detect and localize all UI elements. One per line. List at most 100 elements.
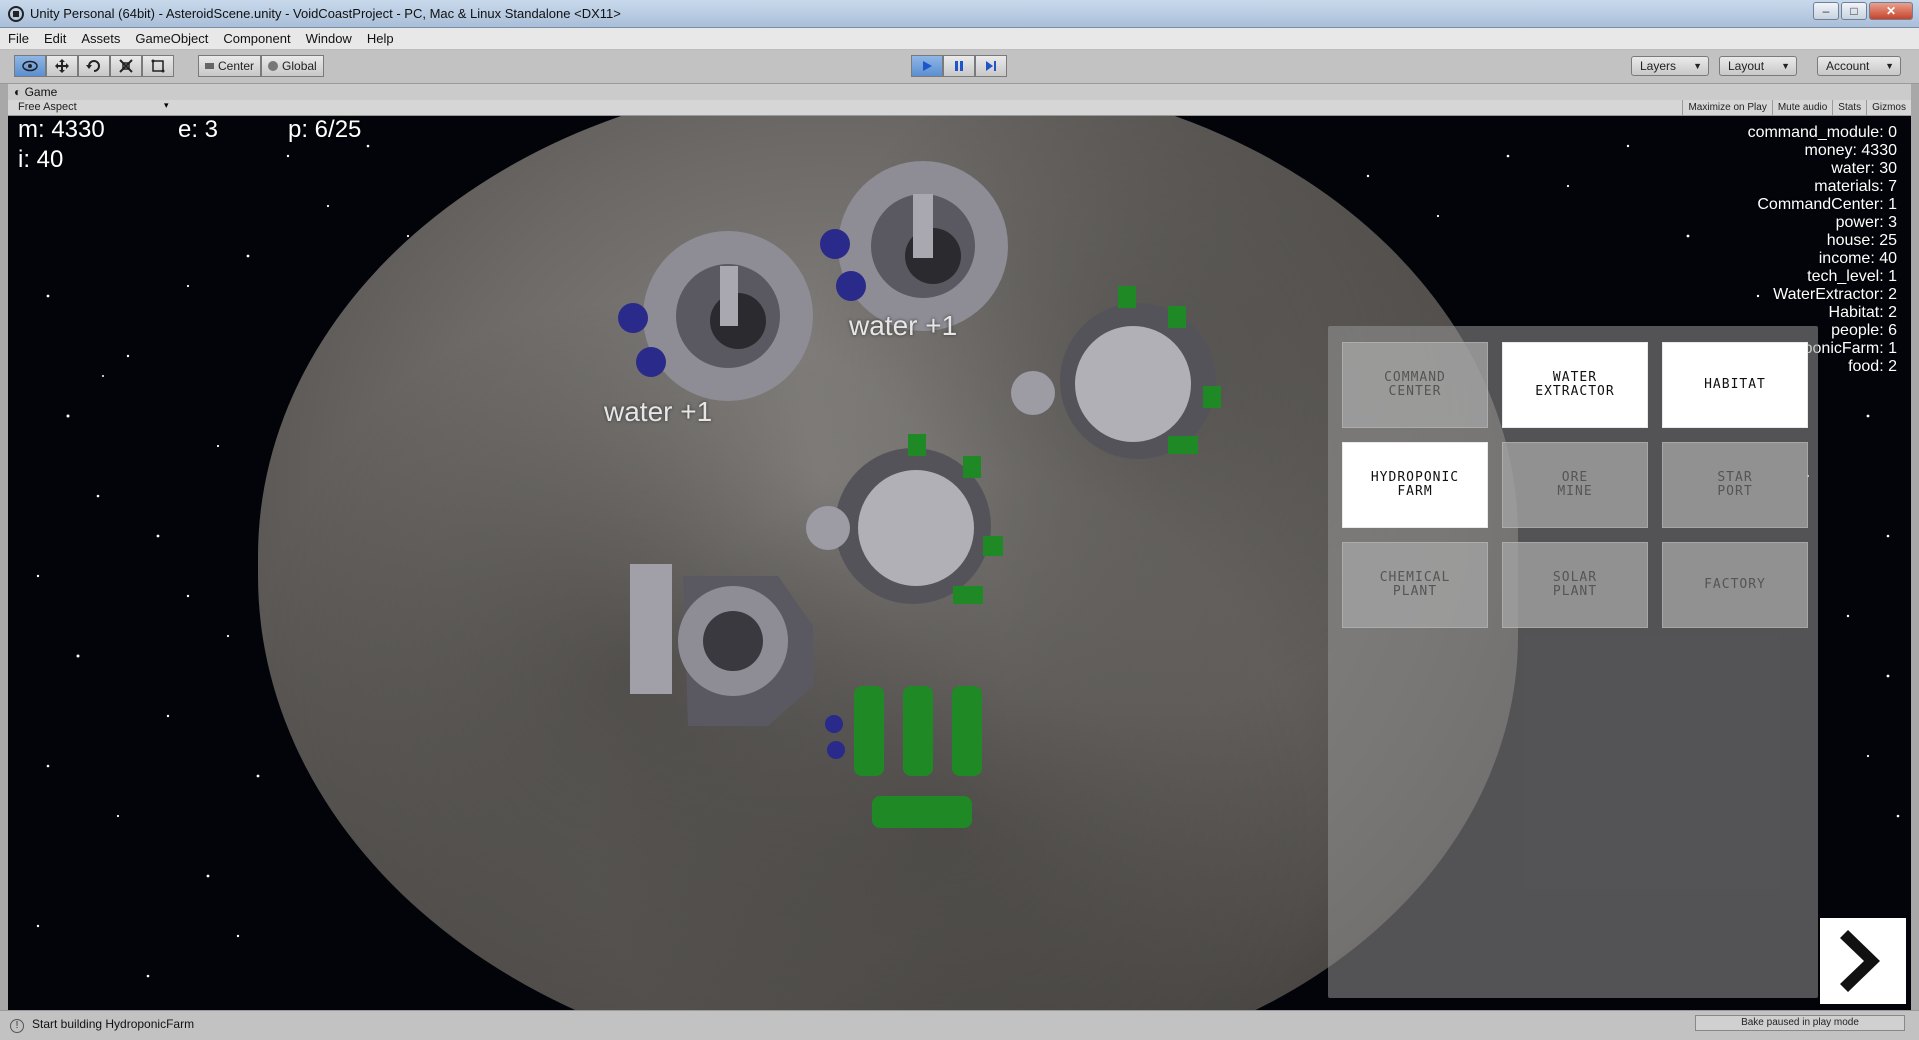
maximize-button[interactable]: □ bbox=[1841, 2, 1867, 20]
build-star-port-button[interactable]: STAR PORT bbox=[1662, 442, 1808, 528]
layout-label: Layout bbox=[1728, 59, 1765, 73]
minimize-button[interactable]: – bbox=[1813, 2, 1839, 20]
toolbar: Center Global Layers ▼ Layout ▼ Account … bbox=[0, 50, 1919, 84]
status-message[interactable]: Start building HydroponicFarm bbox=[32, 1017, 194, 1031]
layers-dropdown[interactable]: Layers ▼ bbox=[1631, 56, 1709, 76]
space-label: Global bbox=[282, 59, 317, 73]
account-dropdown[interactable]: Account ▼ bbox=[1817, 56, 1901, 76]
stats-toggle[interactable]: Stats bbox=[1832, 100, 1866, 116]
build-solar-plant-button[interactable]: SOLAR PLANT bbox=[1502, 542, 1648, 628]
step-button[interactable] bbox=[975, 55, 1007, 77]
chevron-down-icon: ▾ bbox=[164, 100, 169, 110]
menu-component[interactable]: Component bbox=[223, 31, 290, 46]
next-page-button[interactable] bbox=[1820, 918, 1906, 1004]
step-icon bbox=[986, 61, 996, 71]
layout-dropdown[interactable]: Layout ▼ bbox=[1719, 56, 1797, 76]
close-button[interactable]: ✕ bbox=[1869, 2, 1913, 20]
scale-tool-button[interactable] bbox=[110, 55, 142, 77]
chevron-down-icon: ▼ bbox=[1781, 61, 1790, 71]
pivot-icon bbox=[205, 63, 214, 69]
pivot-controls: Center Global bbox=[198, 55, 324, 77]
stat-line: Habitat: 2 bbox=[1828, 304, 1897, 321]
window-controls: – □ ✕ bbox=[1813, 2, 1913, 20]
game-tab-icon: ◐ bbox=[14, 85, 25, 99]
menu-bar: File Edit Assets GameObject Component Wi… bbox=[0, 28, 1919, 50]
stat-line: tech_level: 1 bbox=[1807, 268, 1897, 285]
floating-resource-text: water +1 bbox=[849, 310, 958, 341]
rect-tool-button[interactable] bbox=[142, 55, 174, 77]
title-bar: Unity Personal (64bit) - AsteroidScene.u… bbox=[0, 0, 1919, 28]
chevron-down-icon: ▼ bbox=[1885, 61, 1894, 71]
stat-line: money: 4330 bbox=[1804, 142, 1897, 159]
hydroponic-farm[interactable] bbox=[825, 686, 982, 828]
move-icon bbox=[55, 59, 69, 73]
build-water-extractor-button[interactable]: WATER EXTRACTOR bbox=[1502, 342, 1648, 428]
stat-line: materials: 7 bbox=[1814, 178, 1897, 195]
menu-file[interactable]: File bbox=[8, 31, 29, 46]
stat-line: WaterExtractor: 2 bbox=[1773, 286, 1897, 303]
command-center[interactable] bbox=[630, 564, 813, 726]
menu-help[interactable]: Help bbox=[367, 31, 394, 46]
stat-line: command_module: 0 bbox=[1747, 124, 1897, 141]
stat-line: house: 25 bbox=[1826, 232, 1897, 249]
menu-edit[interactable]: Edit bbox=[44, 31, 66, 46]
view-tool-button[interactable] bbox=[14, 55, 46, 77]
build-hydroponic-farm-button[interactable]: HYDROPONIC FARM bbox=[1342, 442, 1488, 528]
account-label: Account bbox=[1826, 59, 1870, 73]
habitat-2[interactable] bbox=[806, 434, 1003, 604]
globe-icon bbox=[268, 61, 279, 71]
pause-button[interactable] bbox=[943, 55, 975, 77]
play-button[interactable] bbox=[911, 55, 943, 77]
hud-money: m: 4330 bbox=[18, 116, 105, 143]
unity-editor-window: Unity Personal (64bit) - AsteroidScene.u… bbox=[0, 0, 1919, 1040]
stat-line: income: 40 bbox=[1818, 250, 1897, 267]
aspect-dropdown[interactable]: Free Aspect bbox=[18, 101, 77, 113]
habitat-1[interactable] bbox=[1011, 286, 1221, 459]
hud-income: i: 40 bbox=[18, 146, 64, 173]
bake-status: Bake paused in play mode bbox=[1695, 1015, 1905, 1031]
floating-resource-text: water +1 bbox=[604, 396, 713, 427]
menu-assets[interactable]: Assets bbox=[81, 31, 120, 46]
stat-line: CommandCenter: 1 bbox=[1757, 196, 1897, 213]
rotate-icon bbox=[86, 60, 100, 72]
build-factory-button[interactable]: FACTORY bbox=[1662, 542, 1808, 628]
game-view-options: Maximize on Play Mute audio Stats Gizmos bbox=[1682, 100, 1911, 116]
unity-logo-icon bbox=[8, 5, 24, 22]
pause-icon bbox=[955, 61, 963, 71]
scale-icon bbox=[119, 59, 133, 73]
hud-population: p: 6/25 bbox=[288, 116, 362, 143]
pivot-center-toggle[interactable]: Center bbox=[198, 55, 262, 77]
water-extractor-2[interactable] bbox=[820, 161, 1008, 331]
play-icon bbox=[923, 61, 932, 71]
game-viewport[interactable]: water +1 water +1 m: 4330 e: 3 p: 6/25 i… bbox=[8, 116, 1911, 1010]
game-view-toolbar: Free Aspect ▾ Maximize on Play Mute audi… bbox=[8, 100, 1911, 116]
stat-line: water: 30 bbox=[1831, 160, 1897, 177]
maximize-on-play-toggle[interactable]: Maximize on Play bbox=[1682, 100, 1771, 116]
play-controls bbox=[911, 55, 1007, 77]
hud-energy: e: 3 bbox=[178, 116, 219, 143]
status-bar: ! Start building HydroponicFarm Bake pau… bbox=[0, 1010, 1919, 1040]
game-tab-label: Game bbox=[24, 85, 58, 99]
pivot-global-toggle[interactable]: Global bbox=[261, 55, 324, 77]
gizmos-dropdown[interactable]: Gizmos bbox=[1866, 100, 1911, 116]
move-tool-button[interactable] bbox=[46, 55, 78, 77]
build-chemical-plant-button[interactable]: CHEMICAL PLANT bbox=[1342, 542, 1488, 628]
build-ore-mine-button[interactable]: ORE MINE bbox=[1502, 442, 1648, 528]
water-extractor-1[interactable] bbox=[618, 231, 813, 401]
layers-label: Layers bbox=[1640, 59, 1677, 73]
build-panel: COMMAND CENTER WATER EXTRACTOR HABITAT H… bbox=[1328, 326, 1818, 998]
eye-icon bbox=[22, 60, 38, 72]
menu-gameobject[interactable]: GameObject bbox=[135, 31, 208, 46]
rect-tool-icon bbox=[151, 59, 165, 73]
stat-line: power: 3 bbox=[1835, 214, 1897, 231]
pivot-label: Center bbox=[218, 59, 255, 73]
build-habitat-button[interactable]: HABITAT bbox=[1662, 342, 1808, 428]
build-command-center-button[interactable]: COMMAND CENTER bbox=[1342, 342, 1488, 428]
game-tab[interactable]: ◐ Game bbox=[8, 84, 1911, 100]
info-icon: ! bbox=[10, 1019, 24, 1033]
mute-audio-toggle[interactable]: Mute audio bbox=[1771, 100, 1832, 116]
chevron-right-icon bbox=[1840, 930, 1880, 992]
window-title: Unity Personal (64bit) - AsteroidScene.u… bbox=[30, 6, 621, 21]
rotate-tool-button[interactable] bbox=[78, 55, 110, 77]
menu-window[interactable]: Window bbox=[306, 31, 352, 46]
